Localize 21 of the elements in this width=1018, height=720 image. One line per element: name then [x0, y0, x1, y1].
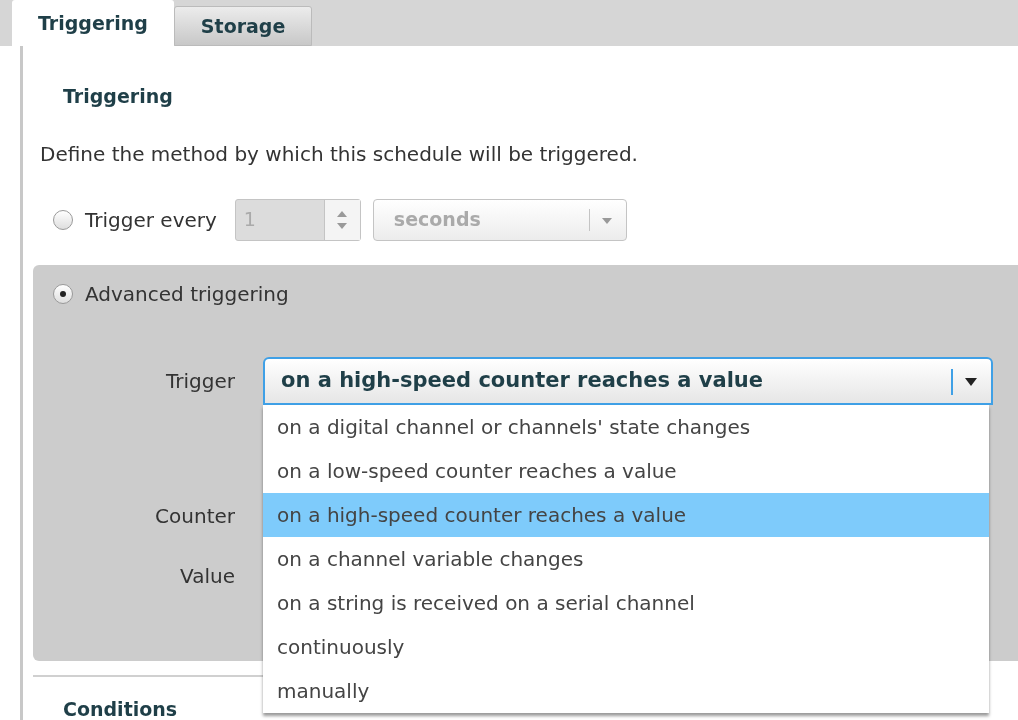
menu-item[interactable]: on a high-speed counter reaches a value: [263, 492, 989, 537]
tab[interactable]: Storage: [173, 6, 313, 46]
section-title: Conditions: [62, 696, 178, 720]
description: Define the method by which this schedule will be triggered.: [39, 140, 638, 168]
menu-item[interactable]: on a digital channel or channels' state changes: [263, 404, 989, 449]
caret-icon: [601, 217, 612, 224]
field-label: Trigger: [165, 367, 236, 395]
option-label: Trigger every: [85, 206, 217, 234]
menu-item[interactable]: on a low-speed counter reaches a value: [263, 448, 989, 493]
menu-item[interactable]: continuously: [263, 624, 989, 669]
field-label: Counter: [154, 502, 236, 530]
menu-item[interactable]: manually: [263, 668, 989, 713]
caret-icon: [965, 377, 977, 386]
trigger-dropdown[interactable]: on a high-speed counter reaches a value: [263, 356, 993, 405]
menu-item[interactable]: on a string is received on a serial channel: [263, 580, 989, 625]
radio-button[interactable]: [53, 283, 73, 304]
menu-item[interactable]: on a channel variable changes: [263, 536, 989, 581]
field-label: Value: [179, 562, 236, 590]
section-title: Triggering: [62, 84, 173, 109]
option-label: Advanced triggering: [85, 280, 289, 308]
tab[interactable]: Triggering: [12, 0, 174, 46]
